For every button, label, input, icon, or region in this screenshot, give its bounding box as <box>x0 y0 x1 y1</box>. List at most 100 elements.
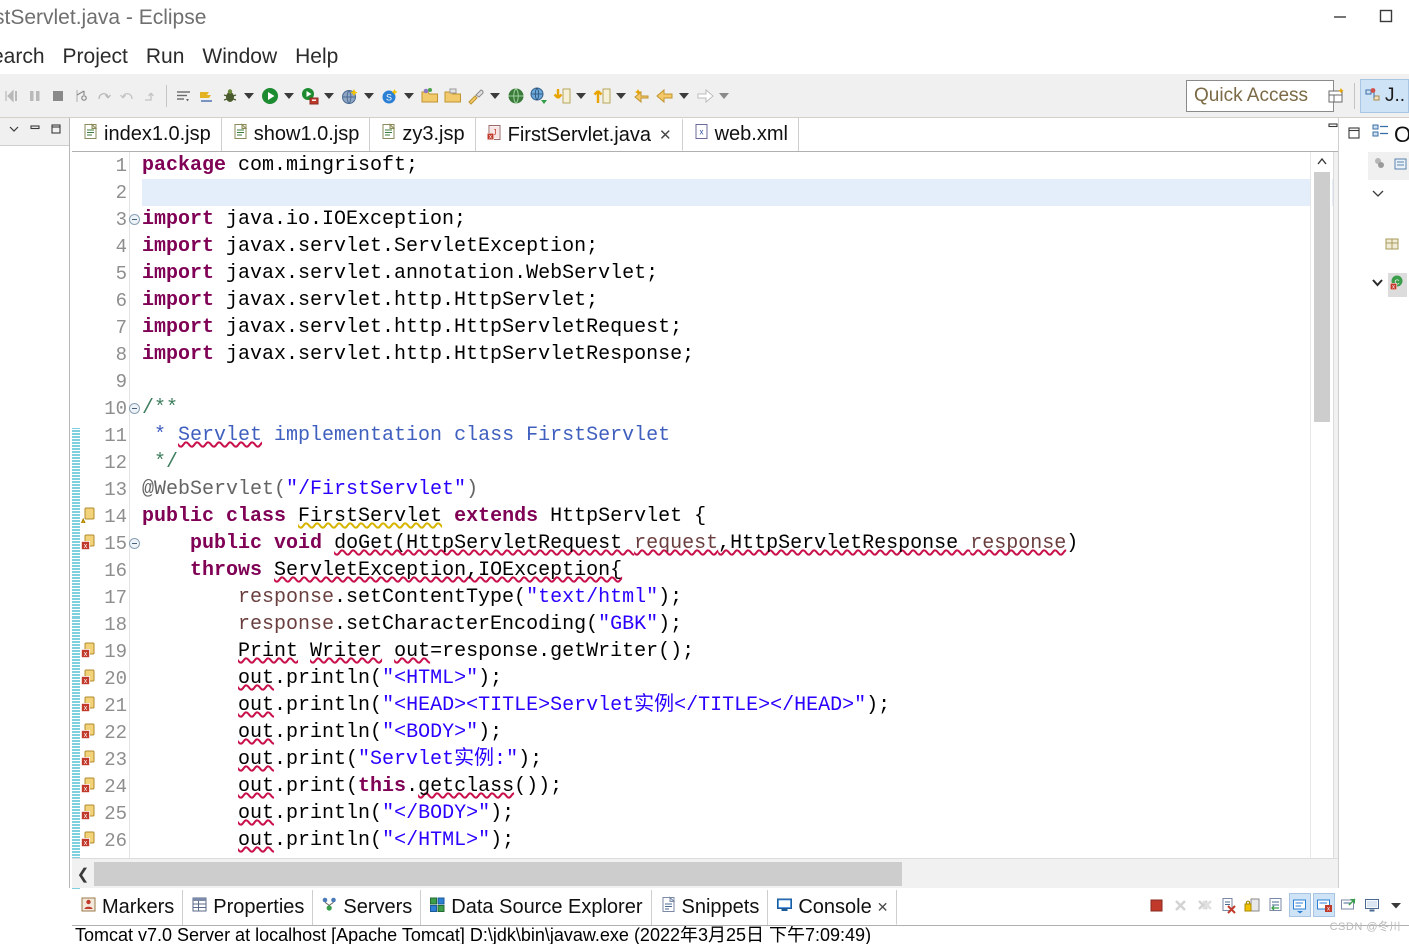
step-over-icon[interactable] <box>24 84 45 108</box>
code-line[interactable] <box>142 368 1366 395</box>
editor-tab-firstservlet-java[interactable]: Jx FirstServlet.java ✕ <box>475 118 683 151</box>
external-tools-dropdown-arrow-icon[interactable] <box>487 85 502 107</box>
code-line[interactable]: public void doGet(HttpServletRequest req… <box>142 530 1366 557</box>
run-green-play-icon[interactable] <box>259 84 280 108</box>
code-line[interactable]: @WebServlet("/FirstServlet") <box>142 476 1366 503</box>
folder-icon[interactable] <box>442 84 463 108</box>
maximize-view-icon[interactable] <box>49 122 63 141</box>
code-line[interactable]: import javax.servlet.http.HttpServlet; <box>142 287 1366 314</box>
gutter-line[interactable]: 2 <box>80 179 129 206</box>
error-marker-icon[interactable]: x <box>81 723 97 739</box>
word-wrap-icon[interactable] <box>1265 893 1287 917</box>
bottom-tab-data-source-explorer[interactable]: Data Source Explorer <box>421 890 652 925</box>
gutter-line[interactable]: 16 <box>80 557 129 584</box>
menu-search[interactable]: earch <box>0 45 54 69</box>
view-menu-icon[interactable] <box>7 122 21 141</box>
code-line[interactable]: import javax.servlet.http.HttpServletReq… <box>142 314 1366 341</box>
code-editor[interactable]: 1 2 3 4 5 6 7 8 9 10 11 12 13 14 x 15 16 17 18 x 19 x 20 x 21 x 22… <box>72 152 1366 892</box>
code-line[interactable]: throws ServletException,IOException{ <box>142 557 1366 584</box>
show-console-error-icon[interactable]: x <box>1313 893 1335 917</box>
error-marker-icon[interactable]: x <box>81 642 97 658</box>
scroll-up-arrow-icon[interactable] <box>1311 152 1333 172</box>
error-marker-icon[interactable]: x <box>81 750 97 766</box>
sort-members-icon[interactable] <box>1372 156 1388 177</box>
editor-vertical-scrollbar[interactable] <box>1310 152 1332 888</box>
gutter-line[interactable]: x 26 <box>80 827 129 854</box>
chevron-down-icon[interactable] <box>1385 893 1407 917</box>
next-annotation-dropdown-arrow-icon[interactable] <box>573 85 588 107</box>
bottom-tab-console[interactable]: Console ✕ <box>768 890 898 925</box>
gutter-line[interactable]: 6 <box>80 287 129 314</box>
restore-view-icon[interactable] <box>1346 125 1362 146</box>
skip-breakpoints-icon[interactable] <box>196 84 217 108</box>
gutter-line[interactable]: x 19 <box>80 638 129 665</box>
step-over-detail-icon[interactable] <box>93 84 114 108</box>
minimize-button[interactable] <box>1317 0 1363 32</box>
back-dropdown-arrow-icon[interactable] <box>676 85 691 107</box>
bottom-tab-markers[interactable]: Markers <box>72 890 184 925</box>
editor-tab-zy3-jsp[interactable]: zy3.jsp <box>370 118 476 151</box>
gutter-line[interactable]: 8 <box>80 341 129 368</box>
code-line[interactable]: out.println("</HTML>"); <box>142 827 1366 854</box>
code-line[interactable]: out.print(this.getclass()); <box>142 773 1366 800</box>
code-line[interactable]: import java.io.IOException; <box>142 206 1366 233</box>
editor-tab-close-icon[interactable]: ✕ <box>659 126 672 144</box>
search-globe-icon[interactable] <box>528 84 549 108</box>
gutter-line[interactable]: 7 <box>80 314 129 341</box>
gutter-line[interactable]: 5 <box>80 260 129 287</box>
code-line[interactable]: out.println("<BODY>"); <box>142 719 1366 746</box>
drop-to-frame-icon[interactable] <box>139 84 160 108</box>
vertical-scroll-track[interactable] <box>1311 172 1333 868</box>
gutter-line[interactable]: x 15 <box>80 530 140 557</box>
error-marker-icon[interactable]: x <box>81 534 97 550</box>
forward-dropdown-arrow-icon[interactable] <box>716 85 731 107</box>
server-dropdown-arrow-icon[interactable] <box>321 85 336 107</box>
debug-dropdown-arrow-icon[interactable] <box>241 85 256 107</box>
gutter-line[interactable]: 9 <box>80 368 129 395</box>
editor-tab-web-xml[interactable]: x web.xml <box>682 118 799 151</box>
code-line[interactable]: response.setCharacterEncoding("GBK"); <box>142 611 1366 638</box>
open-perspective-icon[interactable] <box>1327 84 1348 108</box>
code-line[interactable]: import javax.servlet.http.HttpServletRes… <box>142 341 1366 368</box>
globe-icon[interactable] <box>505 84 526 108</box>
task-icon[interactable] <box>173 84 194 108</box>
code-line[interactable]: import javax.servlet.ServletException; <box>142 233 1366 260</box>
gutter-line[interactable]: x 23 <box>80 746 129 773</box>
gutter-line[interactable]: 17 <box>80 584 129 611</box>
scroll-lock-icon[interactable] <box>1241 893 1263 917</box>
menu-project[interactable]: Project <box>54 45 137 69</box>
forward-arrow-icon[interactable] <box>694 84 715 108</box>
editor-tab-index1-0-jsp[interactable]: index1.0.jsp <box>72 118 222 151</box>
scroll-left-arrow-icon[interactable]: ❮ <box>72 865 94 883</box>
gutter-line[interactable]: x 21 <box>80 692 129 719</box>
gutter-line[interactable]: 13 <box>80 476 129 503</box>
svn-dropdown-arrow-icon[interactable] <box>401 85 416 107</box>
menu-run[interactable]: Run <box>137 45 194 69</box>
editor-tab-show1-0-jsp[interactable]: show1.0.jsp <box>221 118 371 151</box>
gutter-line[interactable]: 14 <box>80 503 129 530</box>
code-line[interactable]: import javax.servlet.annotation.WebServl… <box>142 260 1366 287</box>
source-code[interactable]: package com.mingrisoft; import java.io.I… <box>130 152 1366 888</box>
gutter-line[interactable]: 11 <box>80 422 129 449</box>
run-dropdown-arrow-icon[interactable] <box>281 85 296 107</box>
horizontal-scroll-thumb[interactable] <box>94 861 902 886</box>
gutter-line[interactable]: 1 <box>80 152 129 179</box>
code-line[interactable]: out.println("<HTML>"); <box>142 665 1366 692</box>
gutter-line[interactable]: 12 <box>80 449 129 476</box>
editor-horizontal-scrollbar[interactable]: ❮ ❯ <box>72 858 1366 888</box>
code-line[interactable]: out.println("</BODY>"); <box>142 800 1366 827</box>
outline-view-menu-icon[interactable] <box>1370 185 1386 206</box>
maximize-button[interactable] <box>1363 0 1409 32</box>
code-line[interactable]: /** <box>142 395 1366 422</box>
show-console-output-icon[interactable] <box>1289 893 1311 917</box>
bottom-tab-snippets[interactable]: Snippets <box>652 890 769 925</box>
terminate-red-square-icon[interactable] <box>1145 893 1167 917</box>
tree-expand-chevron-icon[interactable] <box>1370 275 1385 295</box>
profile-dropdown-arrow-icon[interactable] <box>361 85 376 107</box>
code-line[interactable]: */ <box>142 449 1366 476</box>
error-marker-icon[interactable]: x <box>81 777 97 793</box>
minimize-view-icon[interactable] <box>28 122 42 141</box>
bottom-tab-servers[interactable]: Servers <box>313 890 422 925</box>
menu-window[interactable]: Window <box>193 45 286 69</box>
gutter-line[interactable]: x 25 <box>80 800 129 827</box>
